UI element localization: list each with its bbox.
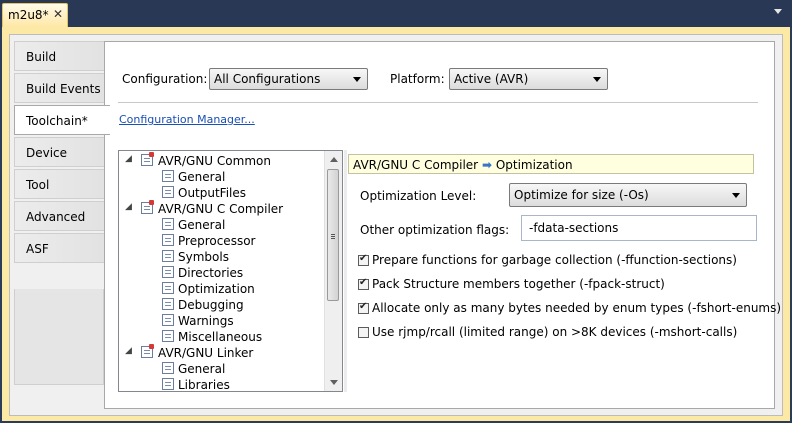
side-tab-tool[interactable]: Tool <box>14 169 104 199</box>
tree-item-label: Symbols <box>178 250 229 264</box>
tree-item-label: Warnings <box>178 314 234 328</box>
side-tab-toolchain[interactable]: Toolchain* <box>14 105 110 135</box>
tree-item-label: AVR/GNU Common <box>158 154 271 168</box>
tree-item-label: General <box>178 362 226 376</box>
side-tab-label: Toolchain* <box>26 114 88 128</box>
tree-item-label: AVR/GNU C Compiler <box>158 202 284 216</box>
tree-item-label: Optimization <box>178 282 255 296</box>
tree-item-label: Preprocessor <box>178 234 256 248</box>
page-header: AVR/GNU C Compiler ➡ Optimization <box>348 154 754 174</box>
optimization-level-value: Optimize for size (-Os) <box>514 188 649 202</box>
side-tab-label: ASF <box>26 242 49 256</box>
properties-frame: Build Build Events Toolchain* Device Too… <box>9 34 783 416</box>
splitter[interactable] <box>344 150 347 392</box>
document-tab[interactable]: m2u8* ✕ <box>2 3 68 27</box>
side-tab-label: Advanced <box>26 210 86 224</box>
side-tab-label: Tool <box>26 178 50 192</box>
page-icon <box>162 362 174 374</box>
platform-value: Active (AVR) <box>454 72 529 86</box>
chevron-down-icon <box>353 77 361 82</box>
page-icon <box>162 266 174 278</box>
option-checkbox[interactable]: ✔ <box>358 253 369 266</box>
expander-icon[interactable]: ◢ <box>125 154 132 164</box>
platform-label: Platform: <box>390 72 445 86</box>
platform-dropdown[interactable]: Active (AVR) <box>449 68 608 90</box>
configuration-manager-link[interactable]: Configuration Manager... <box>119 113 255 126</box>
tree-item-label: General <box>178 170 226 184</box>
tree-scrollbar[interactable] <box>324 151 342 391</box>
option-checkbox-label[interactable]: Prepare functions for garbage collection… <box>372 253 737 267</box>
page-icon <box>162 186 174 198</box>
page-icon <box>162 282 174 294</box>
page-header-section: AVR/GNU C Compiler <box>353 158 479 172</box>
configuration-label: Configuration: <box>122 72 208 86</box>
page-icon <box>162 218 174 230</box>
side-tab-device[interactable]: Device <box>14 137 104 167</box>
side-tab-asf[interactable]: ASF <box>14 233 104 263</box>
close-icon[interactable]: ✕ <box>53 7 63 21</box>
tree-item-label: AVR/GNU Linker <box>158 346 254 360</box>
option-checkbox[interactable]: ✔ <box>358 277 369 290</box>
toolchain-content-panel: Configuration: All Configurations Platfo… <box>104 41 781 409</box>
option-checkbox-label[interactable]: Use rjmp/rcall (limited range) on >8K de… <box>372 325 737 339</box>
grip-icon <box>331 234 335 235</box>
tree-item-label: General <box>178 218 226 232</box>
page-icon <box>162 378 174 390</box>
side-tab-filler <box>14 289 104 385</box>
other-flags-input[interactable]: -fdata-sections <box>521 215 757 241</box>
page-icon <box>162 170 174 182</box>
optimization-level-label: Optimization Level: <box>360 189 477 203</box>
checkmark-icon: ✔ <box>359 253 368 264</box>
side-tab-label: Build <box>26 50 57 64</box>
configuration-value: All Configurations <box>214 72 321 86</box>
optimization-level-dropdown[interactable]: Optimize for size (-Os) <box>509 183 747 207</box>
expander-icon[interactable]: ◢ <box>125 346 132 356</box>
page-icon <box>162 250 174 262</box>
page-icon <box>162 234 174 246</box>
tree-item-label: Libraries <box>178 378 230 392</box>
option-checkbox[interactable] <box>358 327 369 338</box>
side-tab-label: Build Events <box>26 82 101 96</box>
side-tab-build-events[interactable]: Build Events <box>14 73 104 103</box>
option-checkbox[interactable]: ✔ <box>358 301 369 314</box>
option-checkbox-label[interactable]: Pack Structure members together (-fpack-… <box>372 277 665 291</box>
side-tab-advanced[interactable]: Advanced <box>14 201 104 231</box>
document-tab-title: m2u8* <box>8 8 49 22</box>
chevron-down-icon[interactable] <box>774 9 782 14</box>
arrow-right-icon: ➡ <box>481 158 492 172</box>
chevron-down-icon <box>593 77 601 82</box>
scroll-down-icon[interactable] <box>330 380 338 385</box>
document-tab-strip: m2u8* ✕ <box>0 0 792 28</box>
tree-item-label: Directories <box>178 266 244 280</box>
property-page-icon <box>141 152 154 166</box>
tree-item-label: Debugging <box>178 298 244 312</box>
checkmark-icon: ✔ <box>359 301 368 312</box>
tree-item-label: Miscellaneous <box>178 330 263 344</box>
scroll-thumb[interactable] <box>327 169 339 301</box>
chevron-down-icon <box>732 193 740 198</box>
configuration-dropdown[interactable]: All Configurations <box>209 68 368 90</box>
side-tab-list: Build Build Events Toolchain* Device Too… <box>14 41 110 265</box>
project-properties-page: Build Build Events Toolchain* Device Too… <box>2 27 790 421</box>
property-page-icon <box>141 200 154 214</box>
page-icon <box>162 314 174 326</box>
separator <box>118 102 758 103</box>
page-icon <box>162 330 174 342</box>
scroll-up-icon[interactable] <box>330 157 338 162</box>
side-tab-build[interactable]: Build <box>14 41 104 71</box>
page-header-page: Optimization <box>495 158 573 172</box>
tree-item-label: OutputFiles <box>178 186 247 200</box>
expander-icon[interactable]: ◢ <box>125 202 132 212</box>
page-icon <box>162 298 174 310</box>
side-tab-label: Device <box>26 146 68 160</box>
settings-tree: ◢ AVR/GNU Common General OutputFiles ◢ AVR/GN… <box>118 150 343 392</box>
checkmark-icon: ✔ <box>359 277 368 288</box>
property-page-icon <box>141 344 154 358</box>
other-flags-label: Other optimization flags: <box>360 223 510 237</box>
option-checkbox-label[interactable]: Allocate only as many bytes needed by en… <box>372 301 781 315</box>
